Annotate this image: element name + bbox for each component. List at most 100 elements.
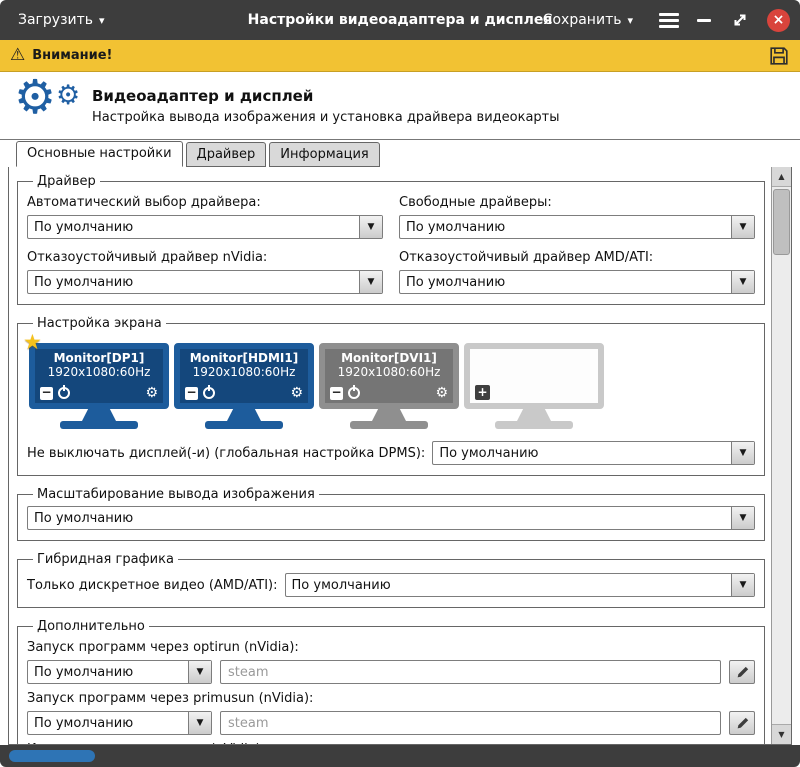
scroll-down-button[interactable]: ▼ <box>772 724 791 744</box>
monitor-card-empty[interactable]: + <box>464 343 604 429</box>
monitor-settings-gear-icon[interactable]: ⚙ <box>290 386 303 400</box>
caret-down-icon: ▾ <box>627 15 633 26</box>
combo-dropdown-button[interactable]: ▼ <box>359 271 382 293</box>
group-scaling-legend: Масштабирование вывода изображения <box>33 487 319 502</box>
auto-driver-combo[interactable]: По умолчанию ▼ <box>27 215 383 239</box>
monitor-settings-gear-icon[interactable]: ⚙ <box>435 386 448 400</box>
load-menu-button[interactable]: Загрузить ▾ <box>10 7 113 33</box>
dpms-label: Не выключать дисплей(-и) (глобальная нас… <box>27 446 425 461</box>
nvidia-failsafe-combo[interactable]: По умолчанию ▼ <box>27 270 383 294</box>
scroll-up-button[interactable]: ▲ <box>772 167 791 187</box>
primary-star-icon: ★ <box>23 332 42 353</box>
monitor-card-dvi1[interactable]: Monitor[DVI1] 1920x1080:60Hz − ⚙ <box>319 343 459 429</box>
group-hybrid: Гибридная графика Только дискретное виде… <box>17 552 765 608</box>
monitor-stand <box>82 409 116 421</box>
monitor-settings-gear-icon[interactable]: ⚙ <box>145 386 158 400</box>
monitor-resolution: 1920x1080:60Hz <box>185 365 303 379</box>
combo-dropdown-button[interactable]: ▼ <box>359 216 382 238</box>
combo-dropdown-button[interactable]: ▼ <box>188 661 211 683</box>
optirun-label: Запуск программ через optirun (nVidia): <box>27 640 755 655</box>
chevron-down-icon: ▼ <box>368 223 375 232</box>
free-drivers-combo[interactable]: По умолчанию ▼ <box>399 215 755 239</box>
tearing-label: Исправить разрыв кадров (nVidia): <box>27 742 755 744</box>
gear-icon: ⚙ <box>14 74 56 121</box>
floppy-save-icon <box>768 45 790 67</box>
optirun-command-input[interactable] <box>220 660 721 684</box>
save-menu-button[interactable]: Сохранить ▾ <box>535 7 641 33</box>
monitor-stand-base <box>495 421 573 429</box>
monitor-list: ★ Monitor[DP1] 1920x1080:60Hz − ⚙ <box>27 335 755 431</box>
settings-panel: Драйвер Автоматический выбор драйвера: П… <box>8 166 792 745</box>
primusun-combo[interactable]: По умолчанию ▼ <box>27 711 212 735</box>
monitor-disable-button[interactable]: − <box>185 387 198 400</box>
power-icon[interactable] <box>203 387 215 399</box>
combo-value: По умолчанию <box>28 216 359 238</box>
monitor-name: Monitor[HDMI1] <box>185 351 303 365</box>
monitor-resolution: 1920x1080:60Hz <box>40 365 158 379</box>
monitor-card-hdmi1[interactable]: Monitor[HDMI1] 1920x1080:60Hz − ⚙ <box>174 343 314 429</box>
group-screen-legend: Настройка экрана <box>33 316 166 331</box>
monitor-stand <box>227 409 261 421</box>
combo-dropdown-button[interactable]: ▼ <box>731 442 754 464</box>
combo-dropdown-button[interactable]: ▼ <box>731 216 754 238</box>
chevron-down-icon: ▼ <box>197 719 204 728</box>
group-extra-legend: Дополнительно <box>33 619 149 634</box>
combo-value: По умолчанию <box>400 216 731 238</box>
app-icon: ⚙ ⚙ <box>12 76 88 136</box>
combo-dropdown-button[interactable]: ▼ <box>731 271 754 293</box>
combo-value: По умолчанию <box>28 507 731 529</box>
power-icon[interactable] <box>58 387 70 399</box>
monitor-name: Monitor[DP1] <box>40 351 158 365</box>
page-subtitle: Настройка вывода изображения и установка… <box>92 110 560 125</box>
power-icon[interactable] <box>348 387 360 399</box>
chevron-down-icon: ▼ <box>740 278 747 287</box>
pencil-icon <box>736 717 749 730</box>
monitor-disable-button[interactable]: − <box>330 387 343 400</box>
page-header: ⚙ ⚙ Видеоадаптер и дисплей Настройка выв… <box>0 72 800 140</box>
optirun-combo[interactable]: По умолчанию ▼ <box>27 660 212 684</box>
tab-bar: Основные настройки Драйвер Информация <box>0 140 800 167</box>
chevron-down-icon: ▼ <box>197 668 204 677</box>
monitor-add-button[interactable]: + <box>475 385 490 400</box>
discrete-video-combo[interactable]: По умолчанию ▼ <box>285 573 755 597</box>
minimize-button[interactable] <box>697 12 713 28</box>
tab-main-settings[interactable]: Основные настройки <box>16 141 183 167</box>
horizontal-scroll-thumb[interactable] <box>9 750 95 762</box>
combo-dropdown-button[interactable]: ▼ <box>731 507 754 529</box>
monitor-disable-button[interactable]: − <box>40 387 53 400</box>
gear-icon: ⚙ <box>56 82 80 109</box>
monitor-stand <box>517 409 551 421</box>
settings-content: Драйвер Автоматический выбор драйвера: П… <box>9 167 771 744</box>
caret-down-icon: ▾ <box>99 15 105 26</box>
save-file-button[interactable] <box>768 45 790 67</box>
close-button[interactable]: × <box>767 9 790 32</box>
combo-dropdown-button[interactable]: ▼ <box>188 712 211 734</box>
bottom-bar <box>0 745 800 767</box>
scroll-thumb[interactable] <box>773 189 790 255</box>
warning-icon: ⚠ <box>10 47 25 64</box>
tab-driver[interactable]: Драйвер <box>186 142 267 167</box>
discrete-video-label: Только дискретное видео (AMD/ATI): <box>27 578 278 593</box>
group-extra: Дополнительно Запуск программ через opti… <box>17 619 765 744</box>
free-drivers-label: Свободные драйверы: <box>399 195 755 210</box>
monitor-card-dp1[interactable]: ★ Monitor[DP1] 1920x1080:60Hz − ⚙ <box>29 343 169 429</box>
chevron-down-icon: ▼ <box>368 278 375 287</box>
dpms-combo[interactable]: По умолчанию ▼ <box>432 441 755 465</box>
primusun-command-input[interactable] <box>220 711 721 735</box>
scaling-combo[interactable]: По умолчанию ▼ <box>27 506 755 530</box>
vertical-scrollbar[interactable]: ▲ ▼ <box>771 167 791 744</box>
expand-button[interactable] <box>731 11 749 29</box>
combo-value: По умолчанию <box>433 442 731 464</box>
primusun-edit-button[interactable] <box>729 711 755 735</box>
combo-dropdown-button[interactable]: ▼ <box>731 574 754 596</box>
combo-value: По умолчанию <box>28 712 188 734</box>
warning-label: Внимание! <box>32 48 112 63</box>
optirun-edit-button[interactable] <box>729 660 755 684</box>
menu-button[interactable] <box>659 13 679 28</box>
load-menu-label: Загрузить <box>18 12 93 28</box>
group-hybrid-legend: Гибридная графика <box>33 552 178 567</box>
group-scaling: Масштабирование вывода изображения По ум… <box>17 487 765 541</box>
tab-information[interactable]: Информация <box>269 142 379 167</box>
amdati-failsafe-combo[interactable]: По умолчанию ▼ <box>399 270 755 294</box>
chevron-down-icon: ▼ <box>740 449 747 458</box>
